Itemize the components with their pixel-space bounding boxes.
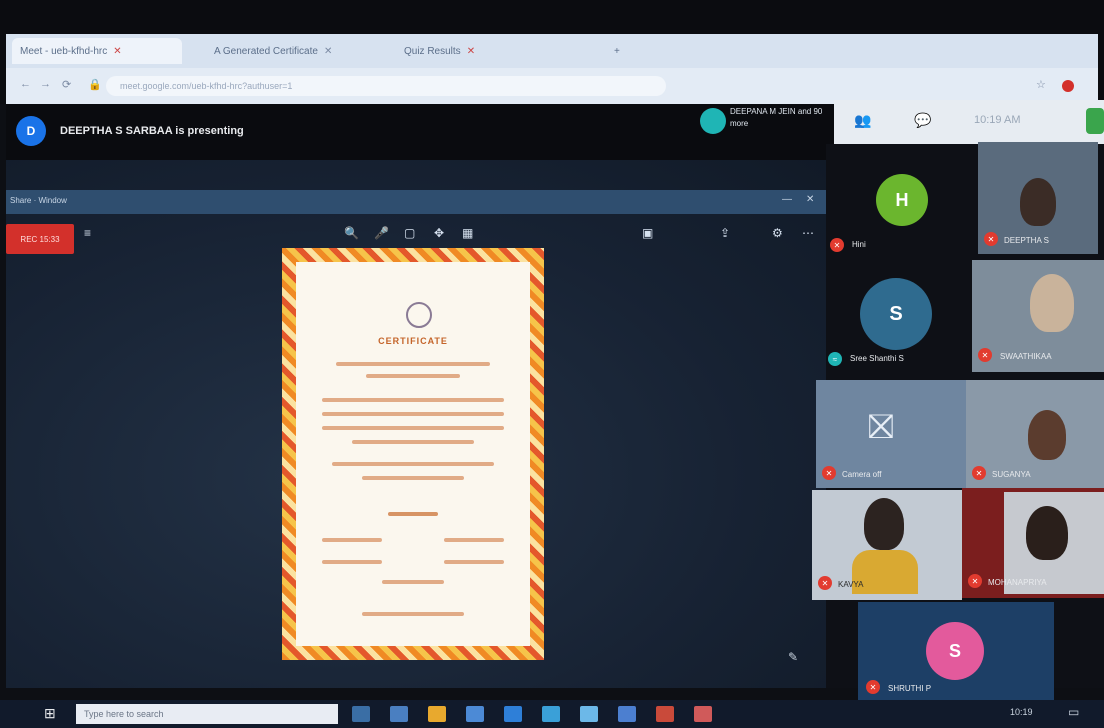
clock-text: 10:19 AM [974,114,1021,126]
recording-badge[interactable]: REC 15:33 [6,224,74,254]
participant-avatar-s: S [860,278,932,350]
video-tile[interactable]: ✕ SWAATHIKAA [972,260,1104,372]
chat-icon[interactable]: 💬 [914,112,931,129]
close-icon[interactable]: ✕ [324,46,332,57]
mic-off-icon: ✕ [968,574,982,588]
tab-label: Quiz Results [404,45,461,57]
close-icon[interactable]: ✕ [467,46,475,57]
video-tile[interactable]: ✕ SUGANYA [966,380,1104,488]
new-tab-button[interactable]: + [606,38,630,64]
address-bar[interactable]: meet.google.com/ueb-kfhd-hrc?authuser=1 [106,76,666,96]
camera-off-icon: ⛝ [868,408,894,446]
reload-icon[interactable]: ⟳ [62,78,71,91]
video-tile[interactable]: S ✕ SHRUTHI P [858,602,1054,700]
speaking-icon: ≈ [828,352,842,366]
pointer-icon[interactable]: ✥ [434,226,444,240]
presenter-text: DEEPTHA S SARBAA is presenting [60,125,244,137]
people-icon[interactable]: 👥 [854,112,871,129]
taskbar-search[interactable]: Type here to search [76,704,338,724]
participant-name: Hini [852,240,866,249]
annotate-pen-icon[interactable]: ✎ [788,650,798,664]
tab-certificate[interactable]: A Generated Certificate ✕ [206,38,386,64]
mic-off-icon: ✕ [822,466,836,480]
store-icon[interactable] [466,706,484,722]
participant-name: SWAATHIKAA [1000,352,1052,361]
participant-video [1026,506,1068,560]
close-icon[interactable]: ✕ [806,194,814,205]
task-view-icon[interactable] [352,706,370,722]
mic-off-icon: ✕ [866,680,880,694]
participant-avatar-h: H [876,174,928,226]
share-icon[interactable]: ⇪ [720,226,730,240]
app-icon-2[interactable] [694,706,712,722]
video-tile[interactable]: ✕ MOHANAPRIYA [962,488,1104,598]
mic-off-icon: ✕ [984,232,998,246]
mic-icon[interactable]: 🎤 [374,226,389,240]
participant-pill[interactable]: DEEPANA M JEIN and 90 more [700,104,830,142]
grid-icon[interactable]: ▦ [462,226,473,240]
share-toolbar: Share · Window — ✕ [6,190,826,214]
tab-quiz[interactable]: Quiz Results ✕ [396,38,556,64]
camera-icon[interactable]: ▢ [404,226,415,240]
mic-off-icon: ✕ [830,238,844,252]
back-icon[interactable]: ← [20,78,31,90]
mail-icon[interactable] [504,706,522,722]
participant-name: DEEPTHA S [1004,236,1049,245]
participant-name: Camera off [842,470,882,479]
more-icon[interactable]: ⋯ [802,226,814,240]
pill-avatar [700,108,726,134]
participant-video [864,498,904,550]
forward-icon[interactable]: → [40,78,51,90]
settings-icon[interactable]: ⚙ [772,226,783,240]
participant-name: SHRUTHI P [888,684,932,693]
mic-off-icon: ✕ [818,576,832,590]
close-icon[interactable]: ✕ [113,46,121,57]
participant-video [1028,410,1066,460]
address-row: ← → ⟳ 🔒 meet.google.com/ueb-kfhd-hrc?aut… [6,68,1098,104]
app-icon[interactable] [618,706,636,722]
file-explorer-icon[interactable] [428,706,446,722]
participant-avatar-s2: S [926,622,984,680]
tab-meet[interactable]: Meet - ueb-kfhd-hrc ✕ [12,38,182,64]
windows-start-icon[interactable]: ⊞ [44,705,56,722]
mic-off-icon: ✕ [972,466,986,480]
certificate-slide: CERTIFICATE [282,248,544,660]
video-tile[interactable]: ✕ KAVYA [812,490,962,600]
notification-icon[interactable]: ▭ [1068,705,1079,719]
taskbar-time: 10:19 [1010,707,1033,717]
chrome-icon[interactable] [580,706,598,722]
participant-name: KAVYA [838,580,864,589]
participant-video [1030,274,1074,332]
star-icon[interactable]: ☆ [1036,78,1046,91]
tab-label: A Generated Certificate [214,45,318,57]
powerpoint-icon[interactable] [656,706,674,722]
lock-icon: 🔒 [88,79,102,91]
tab-label: Meet - ueb-kfhd-hrc [20,45,108,57]
participant-video [1020,178,1056,226]
emblem-icon [406,302,432,328]
minimize-icon[interactable]: — [782,194,792,205]
pill-text: DEEPANA M JEIN and 90 more [730,107,823,128]
tab-strip: Meet - ueb-kfhd-hrc ✕ A Generated Certif… [6,34,1098,68]
meet-right-header: 👥 💬 10:19 AM [834,100,1104,144]
word-icon[interactable] [542,706,560,722]
profile-icon[interactable] [1062,80,1074,92]
windows-taskbar: ⊞ Type here to search 10:19 ▭ [0,700,1104,728]
menu-icon[interactable]: ≡ [84,226,91,240]
activities-icon[interactable] [1086,108,1104,134]
present-now-icon[interactable]: ▣ [642,226,653,240]
mic-off-icon: ✕ [978,348,992,362]
participant-name: SUGANYA [992,470,1031,479]
participant-name: Sree Shanthi S [850,354,904,363]
toolbar-label: Share · Window [10,196,67,205]
edge-icon[interactable] [390,706,408,722]
presenter-avatar: D [16,116,46,146]
certificate-title: CERTIFICATE [378,336,448,346]
video-tile[interactable]: ✕ DEEPTHA S [978,142,1098,254]
participant-name: MOHANAPRIYA [988,578,1047,587]
video-tile[interactable]: ⛝ ✕ Camera off [816,380,966,488]
search-icon[interactable]: 🔍 [344,226,359,240]
